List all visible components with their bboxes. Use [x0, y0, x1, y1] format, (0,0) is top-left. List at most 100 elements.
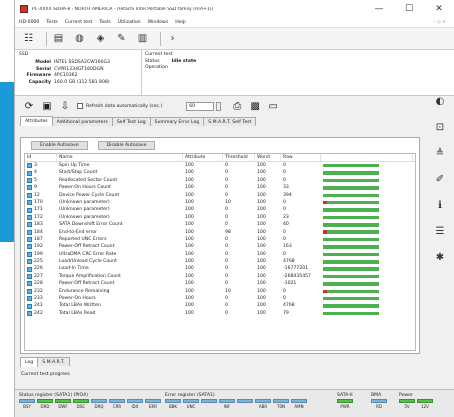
col-id[interactable]: Id — [25, 154, 57, 161]
col-threshold[interactable]: Threshold — [223, 154, 255, 161]
menu-tools[interactable]: Tools — [99, 20, 110, 25]
refresh-icon[interactable]: ⟳ — [23, 100, 35, 112]
table-row[interactable]: 171 (Unknown parameter) 100 0 100 0 — [25, 206, 415, 213]
mdi-controls[interactable]: – ◇ × — [433, 20, 446, 25]
list-icon[interactable]: ☰ — [431, 222, 449, 240]
device-type-label: SSD — [19, 52, 29, 57]
interval-spinner[interactable] — [216, 101, 222, 111]
attribute-status-icon — [27, 251, 32, 257]
attr-id: 184 — [25, 229, 57, 236]
pen-icon[interactable]: ✐ — [431, 170, 449, 188]
health-bar-cell — [321, 162, 413, 169]
attr-name-text: End-to-End error — [59, 229, 98, 235]
attr-id-text: 242 — [34, 310, 43, 316]
attr-name: SATA Downshift Error Count — [57, 221, 183, 228]
tab-summary-error-log[interactable]: Summary Error Log — [149, 117, 205, 126]
drive-info-icon[interactable]: ▤ — [51, 31, 66, 46]
capacity-value: 160.0 GB (312 581 808) — [54, 79, 110, 85]
attr-threshold: 0 — [223, 192, 255, 199]
table-row[interactable]: 12 Device Power Cycle Count 100 0 100 394 — [25, 192, 415, 199]
indicator-lights: BBK UNC INF ABR T0N AMN — [165, 399, 309, 409]
device-info-panel: SSD Model INTEL SSDSA2CW160G3 Serial CVPR1… — [15, 50, 454, 96]
attributes-panel: Enable Autosave Disable Autosave Id Name… — [20, 137, 420, 354]
table-row[interactable]: 233 Power-On Hours 100 0 100 0 — [25, 295, 415, 302]
table-row[interactable]: 225 Load/Unload Cycle Count 100 0 100 4768 — [25, 258, 415, 265]
attribute-status-icon — [27, 237, 32, 243]
enable-autosave-button[interactable]: Enable Autosave — [31, 140, 88, 150]
maximize-button[interactable]: ☐ — [394, 0, 424, 18]
table-row[interactable]: 170 (Unknown parameter) 100 10 100 0 — [25, 199, 415, 206]
attr-raw-text: -1021 — [283, 281, 297, 287]
attr-value-text: 100 — [185, 251, 194, 257]
save-icon[interactable]: ▣ — [41, 100, 53, 112]
table-row[interactable]: 192 Power-Off Retract Count 100 0 100 163 — [25, 243, 415, 250]
table-row[interactable]: 183 SATA Downshift Error Count 100 0 100 40 — [25, 221, 415, 228]
table-row[interactable]: 232 Endurance Remaining 100 10 100 0 — [25, 288, 415, 295]
health-bar — [323, 260, 379, 264]
table-row[interactable]: 242 Total LBAs Read 100 0 100 79 — [25, 310, 415, 317]
menu-current-test[interactable]: Current test — [65, 20, 93, 25]
print-icon[interactable]: ⎙ — [231, 100, 243, 112]
table-row[interactable]: 3 Spin Up Time 100 0 100 0 — [25, 162, 415, 169]
status-light: IDX — [127, 399, 143, 409]
table-row[interactable]: 227 Torque Amplification Count 100 0 100 -268… — [25, 273, 415, 280]
tab-additional-parameters[interactable]: Additional parameters — [51, 117, 113, 126]
volume-icon[interactable]: ◐ — [431, 92, 449, 110]
erase-icon[interactable]: ✎ — [114, 31, 129, 46]
info-icon[interactable]: ℹ — [431, 196, 449, 214]
attr-threshold: 0 — [223, 184, 255, 191]
close-button[interactable]: ✕ — [424, 0, 454, 18]
side-tool-panel: ◐ ⊡ ≜ ✐ ℹ ☰ ✱ — [431, 92, 454, 263]
table-row[interactable]: 5 Reallocated Sector Count 100 0 100 0 — [25, 177, 415, 184]
table-row[interactable]: 199 UltraDMA CRC Error Rate 100 0 100 0 — [25, 251, 415, 258]
col-worst[interactable]: Worst — [255, 154, 281, 161]
menu-utilization[interactable]: Utilization — [118, 20, 141, 25]
table-row[interactable]: 241 Total LBAs Written 100 0 100 4768 — [25, 302, 415, 309]
disable-autosave-button[interactable]: Disable Autosave — [97, 140, 156, 150]
table-row[interactable]: 9 Power-On Hours Count 100 0 100 33 — [25, 184, 415, 191]
save-report-icon[interactable]: ▩ — [249, 100, 261, 112]
attr-id-text: 9 — [34, 185, 37, 191]
tab-self-test-log[interactable]: Self Test Log — [111, 117, 151, 126]
menu-help[interactable]: Help — [175, 20, 185, 25]
attr-threshold-text: 0 — [225, 266, 228, 272]
table-row[interactable]: 184 End-to-End error 100 98 100 0 — [25, 229, 415, 236]
minimize-button[interactable]: — — [364, 0, 394, 18]
attr-id-text: 183 — [34, 222, 43, 228]
attr-name: (Unknown parameter) — [57, 199, 183, 206]
attr-worst-text: 100 — [257, 185, 266, 191]
device-selector-icon[interactable]: ☷ — [21, 31, 36, 46]
stats-icon[interactable]: ▥ — [135, 31, 150, 46]
tab-log[interactable]: Log — [20, 357, 39, 367]
sort-icon[interactable]: ≜ — [431, 144, 449, 162]
col-name[interactable]: Name — [57, 154, 183, 161]
tab-smart-log[interactable]: S.M.A.R.T. — [37, 357, 70, 366]
open-icon[interactable]: ▭ — [267, 100, 279, 112]
col-attribute[interactable]: Attribute — [183, 154, 223, 161]
col-raw[interactable]: Raw — [281, 154, 321, 161]
table-row[interactable]: 226 Load-In Time 100 0 100 -16777201 — [25, 265, 415, 272]
smart-icon[interactable]: ◍ — [72, 31, 87, 46]
tab-attributes[interactable]: Attributes — [20, 116, 53, 126]
table-row[interactable]: 228 Power-Off Retract Count 100 0 100 -1021 — [25, 280, 415, 287]
attr-value-text: 100 — [185, 192, 194, 198]
pin-icon[interactable]: ✱ — [431, 248, 449, 266]
tests-icon[interactable]: ◈ — [93, 31, 108, 46]
refresh-interval-input[interactable]: 60 — [186, 101, 215, 111]
scan-icon[interactable]: ⊡ — [431, 118, 449, 136]
attributes-table[interactable]: Id Name Attribute Threshold Worst Raw 3 S… — [24, 153, 416, 351]
export-icon[interactable]: ⇩ — [59, 100, 71, 112]
table-row[interactable]: 4 Start/Stop Count 100 0 100 0 — [25, 169, 415, 176]
attr-threshold-text: 0 — [225, 207, 228, 213]
table-row[interactable]: 187 Reported UNC Errors 100 0 100 0 — [25, 236, 415, 243]
auto-refresh-checkbox[interactable] — [77, 103, 83, 109]
attr-name-text: UltraDMA CRC Error Rate — [59, 251, 117, 257]
chevron-right-icon[interactable]: › — [165, 31, 180, 46]
attr-name: Power-On Hours Count — [57, 184, 183, 191]
tab-smart-self-test[interactable]: S.M.A.R.T. Self Test — [203, 117, 257, 126]
menu-tests[interactable]: Tests — [46, 20, 57, 25]
table-row[interactable]: 172 (Unknown parameter) 100 0 100 23 — [25, 214, 415, 221]
attr-raw-text: 0 — [283, 288, 286, 294]
menu-windows[interactable]: Windows — [148, 20, 169, 25]
menu-device[interactable]: HD-0000 — [19, 20, 39, 25]
